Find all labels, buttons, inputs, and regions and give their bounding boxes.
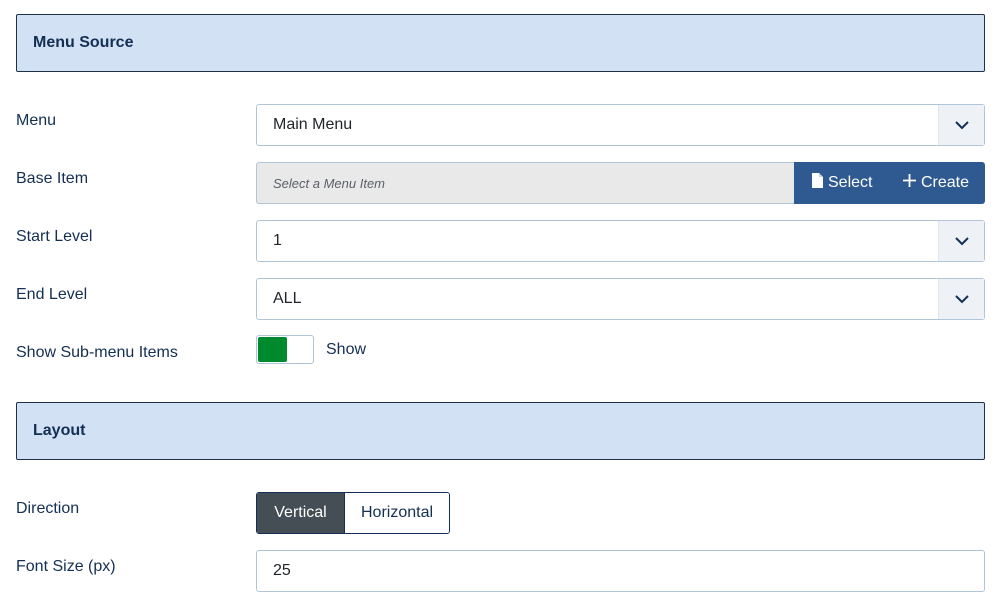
start-level-value: 1	[273, 232, 282, 249]
start-level-select[interactable]: 1	[256, 220, 985, 262]
create-button-label: Create	[921, 174, 970, 191]
base-item-input[interactable]: Select a Menu Item	[256, 162, 794, 204]
start-level-label: Start Level	[16, 228, 93, 245]
show-submenu-state-label: Show	[326, 341, 367, 358]
toggle-knob	[258, 337, 287, 362]
direction-label: Direction	[16, 500, 80, 517]
show-submenu-label: Show Sub-menu Items	[16, 344, 178, 361]
chevron-down-icon	[938, 221, 984, 261]
create-button[interactable]: Create	[887, 162, 985, 204]
select-button-label: Select	[828, 174, 873, 191]
direction-horizontal-button[interactable]: Horizontal	[344, 493, 449, 533]
direction-button-group: Vertical Horizontal	[256, 492, 450, 534]
menu-select[interactable]: Main Menu	[256, 104, 985, 146]
end-level-select[interactable]: ALL	[256, 278, 985, 320]
section-title: Menu Source	[33, 34, 134, 51]
section-header-layout: Layout	[16, 402, 985, 460]
base-item-label: Base Item	[16, 170, 89, 187]
font-size-input[interactable]: 25	[256, 550, 985, 592]
font-size-label: Font Size (px)	[16, 558, 116, 575]
menu-label: Menu	[16, 112, 57, 129]
direction-vertical-button[interactable]: Vertical	[257, 493, 344, 533]
end-level-value: ALL	[273, 290, 302, 307]
section-header-menu-source: Menu Source	[16, 14, 985, 72]
section-title: Layout	[33, 422, 86, 439]
chevron-down-icon	[938, 279, 984, 319]
menu-select-value: Main Menu	[273, 116, 353, 133]
base-item-field: Select a Menu Item Select Create	[256, 162, 985, 204]
end-level-label: End Level	[16, 286, 88, 303]
show-submenu-toggle[interactable]	[256, 335, 314, 364]
file-icon	[811, 173, 823, 193]
plus-icon	[903, 174, 916, 192]
select-button[interactable]: Select	[794, 162, 887, 204]
chevron-down-icon	[938, 105, 984, 145]
